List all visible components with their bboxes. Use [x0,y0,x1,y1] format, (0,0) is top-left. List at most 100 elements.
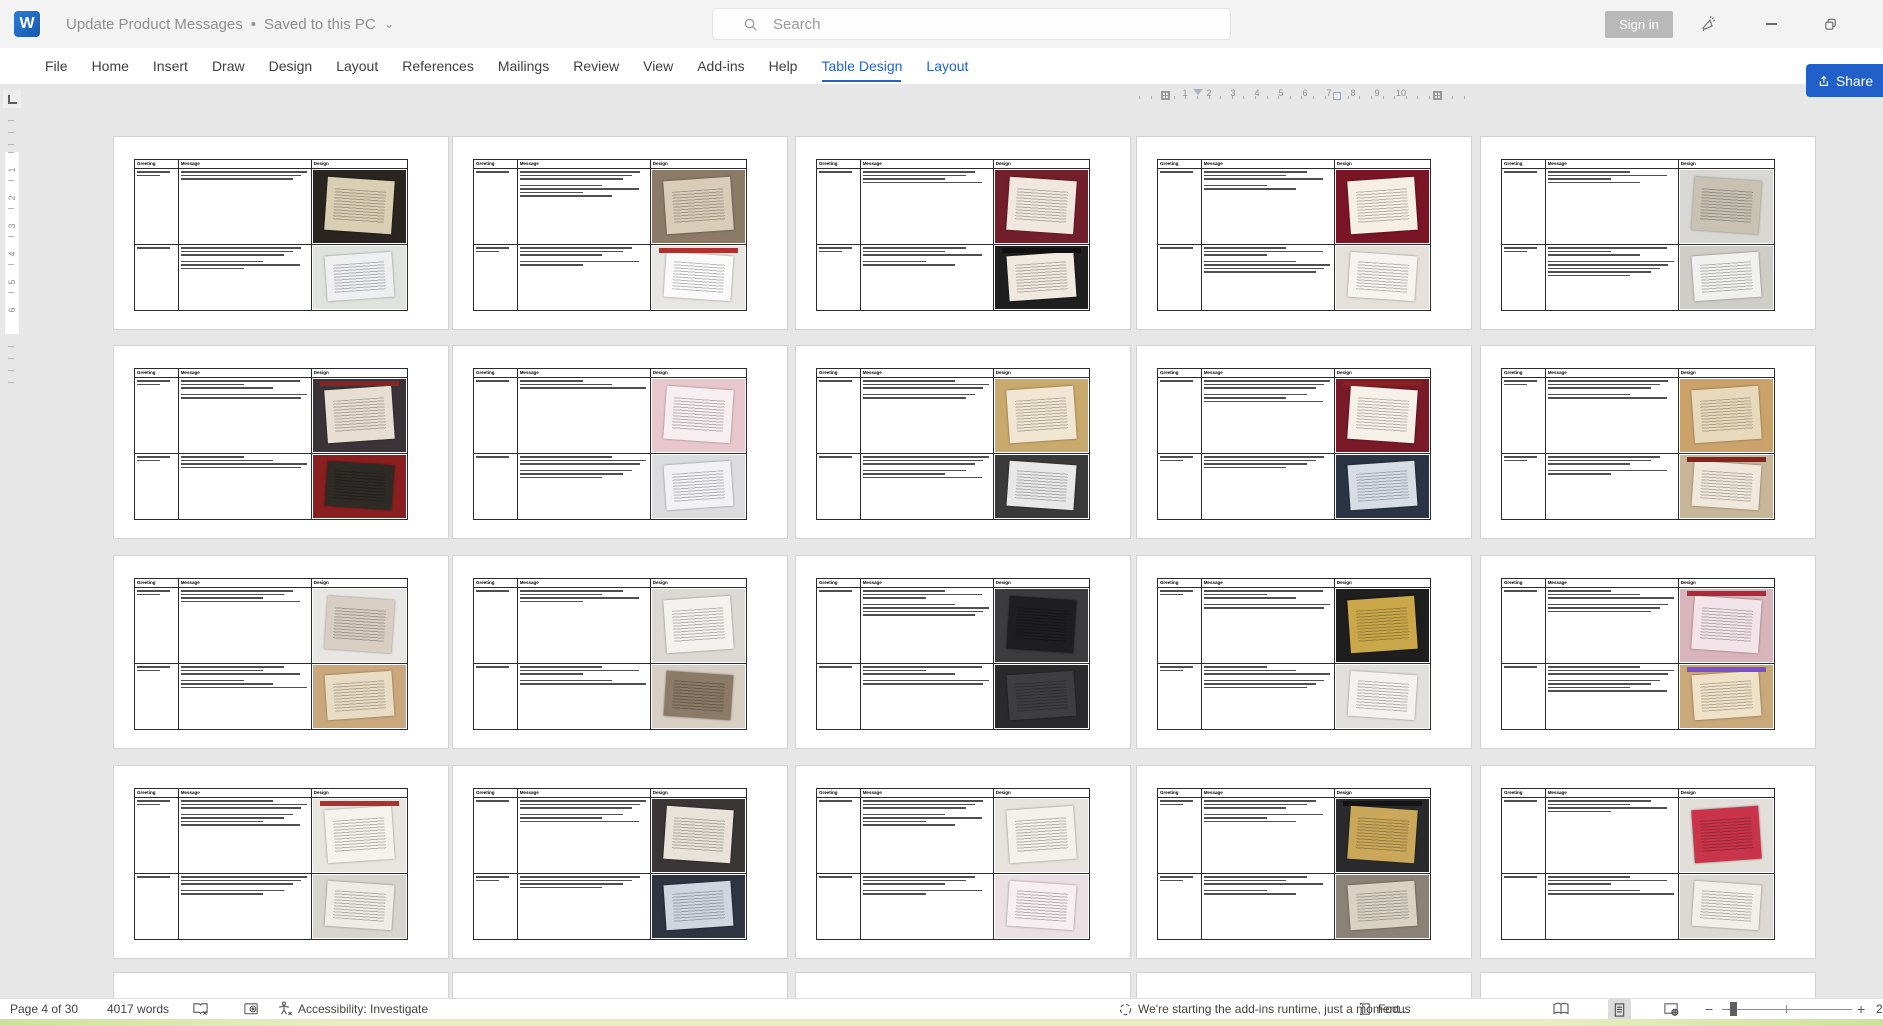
text-line [1204,683,1316,685]
greeting-cell [135,378,179,453]
page-thumbnail[interactable]: GreetingMessageDesign [113,345,449,539]
horizontal-ruler: 12345678910 [1135,87,1473,102]
page-thumbnail[interactable]: GreetingMessageDesign [1480,555,1816,749]
text-line [181,384,244,386]
vertical-ruler-band: 123456 [5,152,19,334]
message-header: Message [861,579,994,587]
page-thumbnail[interactable]: GreetingMessageDesign [1480,765,1816,959]
text-line [137,247,170,249]
page-thumbnail[interactable]: GreetingMessageDesign [795,555,1131,749]
page-thumbnail[interactable]: GreetingMessageDesign [113,555,449,749]
page-thumbnail[interactable]: GreetingMessageDesign [795,136,1131,330]
document-canvas[interactable]: 12345678910 123456 GreetingMessageDesign… [0,84,1883,998]
message-card [663,596,734,653]
feedback-megaphone-icon[interactable] [1693,9,1723,39]
ruler-column-marker[interactable] [1333,92,1341,100]
accessibility-status[interactable]: Accessibility: Investigate [276,999,428,1019]
page-thumbnail[interactable]: GreetingMessageDesign [1480,136,1816,330]
photo-banner [1687,667,1765,672]
design-cell [312,378,407,453]
zoom-slider-thumb[interactable] [1730,1002,1737,1016]
print-layout-button[interactable] [1608,999,1631,1021]
ruler-tick [1267,96,1268,99]
minimize-button[interactable] [1756,9,1786,39]
page-thumbnail[interactable]: GreetingMessageDesign [1136,765,1472,959]
text-line [1548,384,1660,386]
share-button[interactable]: Share [1806,64,1883,97]
product-photo [1336,170,1429,243]
ribbon-tab-help[interactable]: Help [769,58,798,74]
zoom-percentage[interactable]: 2 [1876,999,1883,1019]
text-line [1204,394,1307,396]
text-line [863,394,975,396]
web-layout-button[interactable] [1663,999,1680,1019]
message-cell [1202,798,1335,873]
first-line-indent-marker[interactable] [1193,89,1203,100]
zoom-out-button[interactable]: − [1705,999,1713,1019]
save-status-chevron-icon[interactable]: ⌄ [384,16,395,32]
ribbon-tab-add-ins[interactable]: Add-ins [697,58,744,74]
zoom-slider[interactable] [1722,999,1852,1019]
editor-icon[interactable] [243,999,260,1019]
ribbon-tab-references[interactable]: References [402,58,474,74]
read-mode-button[interactable] [1552,999,1570,1019]
page-thumbnail[interactable]: GreetingMessageDesign [452,136,788,330]
page-thumbnail[interactable] [1480,972,1816,998]
page-thumbnail[interactable]: GreetingMessageDesign [113,136,449,330]
text-line [863,380,955,382]
page-thumbnail[interactable]: GreetingMessageDesign [1136,136,1472,330]
tab-stop-selector[interactable] [3,90,21,108]
greeting-cell [135,454,179,519]
search-box[interactable] [712,8,1231,40]
page-thumbnail[interactable]: GreetingMessageDesign [1136,345,1472,539]
page-thumbnail[interactable] [113,972,449,998]
ruler-tick [1464,96,1465,99]
table-row [817,245,1089,310]
text-line [181,817,284,819]
page-thumbnail[interactable]: GreetingMessageDesign [452,345,788,539]
page-thumbnail[interactable]: GreetingMessageDesign [1480,345,1816,539]
search-input[interactable] [771,15,1155,34]
ribbon-tab-design[interactable]: Design [269,58,313,74]
ruler-tick [8,180,14,181]
focus-mode-toggle[interactable]: Focus [1358,999,1411,1019]
zoom-in-button[interactable]: + [1857,999,1865,1019]
message-cell [861,454,994,519]
page-thumbnail[interactable] [795,972,1131,998]
design-header: Design [651,579,746,587]
ribbon-tab-insert[interactable]: Insert [153,58,188,74]
page-thumbnail[interactable] [1136,972,1472,998]
product-message-table: GreetingMessageDesign [1157,159,1431,311]
message-cell [1546,874,1679,939]
page-thumbnail[interactable]: GreetingMessageDesign [795,345,1131,539]
ribbon-tab-home[interactable]: Home [92,58,129,74]
ruler-number: 6 [1302,88,1307,98]
page-thumbnail[interactable]: GreetingMessageDesign [113,765,449,959]
word-logo-icon[interactable]: W [14,11,40,37]
ruler-tick [8,264,14,265]
page-thumbnail[interactable]: GreetingMessageDesign [1136,555,1472,749]
ribbon-tab-review[interactable]: Review [573,58,619,74]
ribbon-tab-layout[interactable]: Layout [336,58,378,74]
ribbon-tab-view[interactable]: View [643,58,673,74]
page-thumbnail[interactable]: GreetingMessageDesign [452,765,788,959]
word-count[interactable]: 4017 words [107,999,169,1019]
proofing-errors-icon[interactable] [192,999,209,1019]
text-line [863,397,966,399]
sign-in-button[interactable]: Sign in [1605,11,1673,38]
page-indicator[interactable]: Page 4 of 30 [10,999,78,1019]
page-thumbnail[interactable] [452,972,788,998]
greeting-cell [135,588,179,663]
page-thumbnail[interactable]: GreetingMessageDesign [795,765,1131,959]
ribbon-tab-draw[interactable]: Draw [212,58,245,74]
ribbon-tab-file[interactable]: File [45,58,68,74]
ribbon-tab-layout[interactable]: Layout [926,58,968,74]
greeting-cell [135,798,179,873]
message-cell [179,874,312,939]
restore-window-button[interactable] [1815,9,1845,39]
ribbon-tab-mailings[interactable]: Mailings [498,58,549,74]
text-line [520,470,632,472]
page-thumbnail[interactable]: GreetingMessageDesign [452,555,788,749]
photo-banner [1687,591,1765,596]
ribbon-tab-table-design[interactable]: Table Design [821,58,902,74]
